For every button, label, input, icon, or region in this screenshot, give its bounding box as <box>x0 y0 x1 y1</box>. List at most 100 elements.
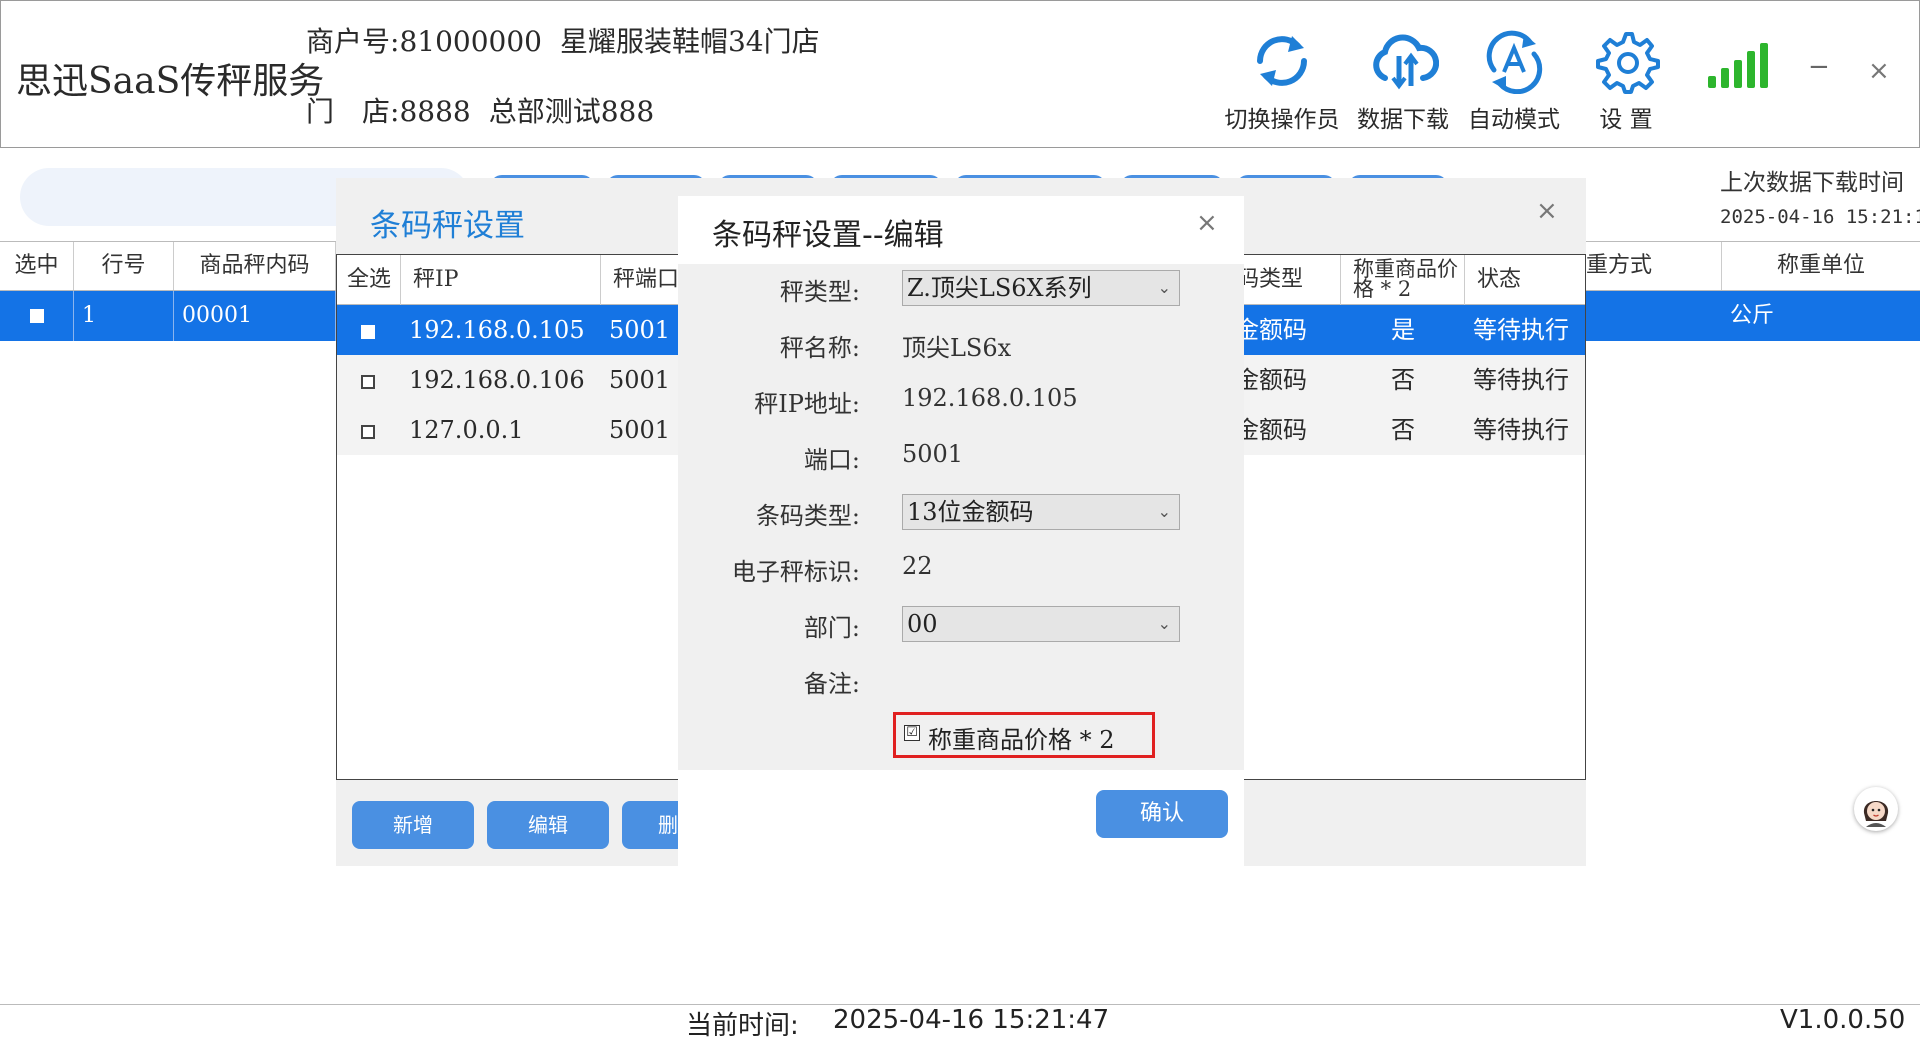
scale-modal-title: 条码秤设置 <box>370 208 525 244</box>
row-scale-ip: 127.0.0.1 <box>409 416 524 444</box>
column-header-unit[interactable]: 称重单位 <box>1722 242 1920 290</box>
port-value[interactable]: 5001 <box>902 440 963 468</box>
current-time-label: 当前时间: <box>686 1011 799 1041</box>
row-status: 等待执行 <box>1473 416 1569 444</box>
column-header-code[interactable]: 商品秤内码 <box>174 242 336 290</box>
department-select[interactable]: 00 ⌄ <box>902 606 1180 642</box>
remark-label: 备注: <box>803 670 860 698</box>
switch-operator-icon <box>1257 36 1307 86</box>
column-header-select-all[interactable]: 全选 <box>337 255 401 305</box>
port-label: 端口: <box>803 446 860 474</box>
store-no: 8888 <box>399 95 471 128</box>
row-checkbox-cell[interactable] <box>361 305 375 355</box>
row-scale-port: 5001 <box>609 416 671 444</box>
row-unit: 公斤 <box>1730 303 1775 328</box>
scale-type-label: 秤类型: <box>779 278 860 306</box>
barcode-type-value: 13位金额码 <box>907 498 1034 526</box>
row-checkbox-cell[interactable] <box>361 355 375 405</box>
auto-mode-button[interactable]: 自动模式 <box>1454 28 1574 134</box>
last-download-time: 2025-04-16 15:21:16 <box>1720 206 1920 228</box>
column-header-barcode-type[interactable]: 码类型 <box>1237 255 1341 305</box>
store-label: 门 店: <box>306 95 400 128</box>
minimize-button[interactable]: − <box>1808 52 1830 82</box>
switch-operator-label: 切换操作员 <box>1224 107 1340 133</box>
barcode-type-label: 条码类型: <box>755 502 860 530</box>
row-price-double: 否 <box>1391 366 1415 394</box>
row-select-cell[interactable] <box>0 291 74 341</box>
last-download-label: 上次数据下载时间 <box>1720 170 1904 196</box>
row-code: 00001 <box>174 291 336 341</box>
settings-button[interactable]: 设 置 <box>1566 28 1686 134</box>
price-double-label[interactable]: 称重商品价格 * 2 <box>928 720 1115 755</box>
row-scale-ip: 192.168.0.105 <box>409 316 585 344</box>
column-header-status[interactable]: 状态 <box>1465 255 1585 305</box>
scale-name-value[interactable]: 顶尖LS6x <box>902 328 1011 363</box>
scale-type-select[interactable]: Z.顶尖LS6X系列 ⌄ <box>902 270 1180 306</box>
row-checkbox[interactable] <box>29 309 44 323</box>
row-scale-ip: 192.168.0.106 <box>409 366 585 394</box>
version-label: V1.0.0.50 <box>1780 1005 1906 1035</box>
row-barcode-type: 金额码 <box>1235 316 1307 344</box>
scale-ip-value[interactable]: 192.168.0.105 <box>902 384 1078 412</box>
row-checkbox[interactable] <box>361 324 375 339</box>
assistant-avatar-icon[interactable] <box>1854 787 1898 831</box>
column-header-price-double[interactable]: 称重商品价格 * 2 <box>1341 255 1465 305</box>
scale-name-label: 秤名称: <box>779 334 860 362</box>
row-status: 等待执行 <box>1473 366 1569 394</box>
price-double-highlight[interactable]: ☑ 称重商品价格 * 2 <box>893 712 1155 758</box>
auto-mode-label: 自动模式 <box>1468 107 1560 133</box>
column-header-scale-ip[interactable]: 秤IP <box>401 255 601 305</box>
chevron-down-icon: ⌄ <box>1157 278 1171 297</box>
confirm-button[interactable]: 确认 <box>1096 790 1228 838</box>
data-download-button[interactable]: 数据下载 <box>1343 28 1463 134</box>
price-double-checkbox[interactable]: ☑ <box>904 725 920 741</box>
row-barcode-type: 金额码 <box>1235 366 1307 394</box>
edit-dialog-title: 条码秤设置--编辑 <box>712 218 944 253</box>
scale-type-value: Z.顶尖LS6X系列 <box>907 274 1092 302</box>
edit-button[interactable]: 编辑 <box>487 801 609 849</box>
scale-id-value[interactable]: 22 <box>902 552 933 580</box>
merchant-name: 星耀服装鞋帽34门店 <box>559 25 820 58</box>
chevron-down-icon: ⌄ <box>1157 502 1171 521</box>
row-scale-port: 5001 <box>609 366 671 394</box>
close-window-button[interactable]: × <box>1868 56 1890 86</box>
row-scale-port: 5001 <box>609 316 671 344</box>
chevron-down-icon: ⌄ <box>1157 614 1171 633</box>
edit-form: 秤类型: Z.顶尖LS6X系列 ⌄ 秤名称: 顶尖LS6x 秤IP地址: 192… <box>678 264 1244 770</box>
merchant-no: 81000000 <box>399 25 542 58</box>
column-header-line-no[interactable]: 行号 <box>74 242 174 290</box>
signal-strength-icon <box>1708 43 1768 88</box>
row-checkbox[interactable] <box>361 374 375 389</box>
row-barcode-type: 金额码 <box>1235 416 1307 444</box>
cloud-download-icon <box>1373 34 1439 90</box>
barcode-type-select[interactable]: 13位金额码 ⌄ <box>902 494 1180 530</box>
row-price-double: 否 <box>1391 416 1415 444</box>
store-info: 门 店:8888 总部测试888 <box>306 90 672 130</box>
auto-mode-icon <box>1486 30 1543 94</box>
edit-dialog-close-button[interactable]: × <box>1196 208 1218 238</box>
scale-modal-close-button[interactable]: × <box>1536 196 1558 226</box>
row-checkbox[interactable] <box>361 424 375 439</box>
row-price-double: 是 <box>1391 316 1415 344</box>
add-button[interactable]: 新增 <box>352 801 474 849</box>
data-download-label: 数据下载 <box>1357 107 1449 133</box>
settings-label: 设 置 <box>1599 107 1653 133</box>
delete-button[interactable]: 删 <box>622 801 678 849</box>
scale-ip-label: 秤IP地址: <box>754 390 860 418</box>
app-title: 思迅SaaS传秤服务 <box>16 61 325 102</box>
scale-id-label: 电子秤标识: <box>731 558 860 586</box>
column-header-selected[interactable]: 选中 <box>0 242 74 290</box>
department-value: 00 <box>907 610 938 638</box>
gear-icon <box>1596 32 1660 94</box>
switch-operator-button[interactable]: 切换操作员 <box>1222 28 1342 134</box>
row-status: 等待执行 <box>1473 316 1569 344</box>
current-time-value: 2025-04-16 15:21:47 <box>833 1005 1110 1035</box>
department-label: 部门: <box>803 614 860 642</box>
row-checkbox-cell[interactable] <box>361 405 375 455</box>
merchant-info: 商户号:81000000 星耀服装鞋帽34门店 <box>306 20 838 60</box>
scale-edit-dialog: 条码秤设置--编辑 × 秤类型: Z.顶尖LS6X系列 ⌄ 秤名称: 顶尖LS6… <box>678 196 1244 866</box>
merchant-label: 商户号: <box>306 25 400 58</box>
column-header-weigh-mode[interactable]: 重方式 <box>1586 242 1722 290</box>
store-name: 总部测试888 <box>488 95 655 128</box>
row-line-no: 1 <box>74 291 174 341</box>
